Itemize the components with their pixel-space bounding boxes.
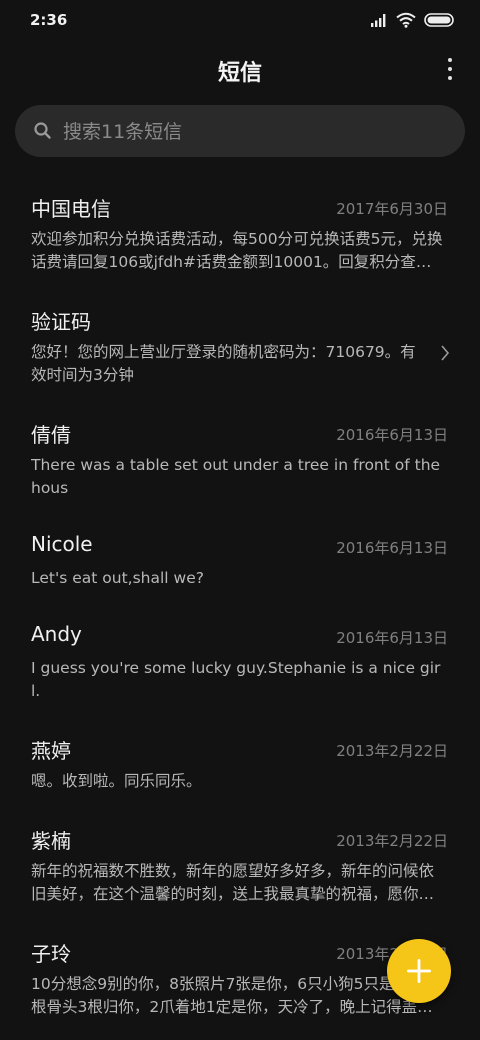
- chevron-right-icon: [441, 345, 450, 361]
- message-preview: I guess you're some lucky guy.Stephanie …: [31, 659, 441, 700]
- app-bar: 短信: [0, 40, 480, 98]
- message-preview: 您好！您的网上营业厅登录的随机密码为：710679。有效时间为3分钟: [31, 343, 416, 384]
- message-sender: Andy: [31, 622, 82, 646]
- message-preview: 欢迎参加积分兑换话费活动，每500分可兑换话费5元，兑换话费请回复106或jfd…: [31, 230, 443, 271]
- message-sender: 子玲: [31, 942, 71, 966]
- page-title: 短信: [217, 61, 262, 86]
- message-date: 2013年2月22日: [336, 742, 448, 760]
- plus-icon: [407, 959, 431, 983]
- new-message-button[interactable]: [387, 939, 451, 1003]
- search-icon: [34, 122, 51, 139]
- message-row[interactable]: 紫楠 2013年2月22日 新年的祝福数不胜数，新年的愿望好多好多，新年的问候依…: [0, 808, 480, 921]
- message-preview: There was a table set out under a tree i…: [31, 456, 441, 497]
- message-date: 2016年6月13日: [336, 539, 448, 557]
- message-row[interactable]: 验证码 您好！您的网上营业厅登录的随机密码为：710679。有效时间为3分钟: [0, 289, 480, 402]
- status-time: 2:36: [30, 11, 68, 29]
- message-sender: 燕婷: [31, 739, 71, 763]
- message-row[interactable]: Nicole 2016年6月13日 Let's eat out,shall we…: [0, 515, 480, 605]
- status-bar: 2:36: [0, 0, 480, 40]
- search-bar[interactable]: [15, 105, 465, 159]
- message-sender: 中国电信: [31, 197, 111, 221]
- message-preview: 新年的祝福数不胜数，新年的愿望好多好多，新年的问候依旧美好，在这个温馨的时刻，送…: [31, 862, 435, 903]
- message-date: 2013年2月22日: [336, 832, 448, 850]
- message-sender: 紫楠: [31, 829, 71, 853]
- message-date: 2017年6月30日: [336, 200, 448, 218]
- message-row[interactable]: Andy 2016年6月13日 I guess you're some luck…: [0, 605, 480, 718]
- more-vertical-icon[interactable]: [446, 58, 454, 80]
- message-date: 2016年6月13日: [336, 629, 448, 647]
- message-sender: 验证码: [31, 310, 91, 334]
- message-preview: 嗯。收到啦。同乐同乐。: [31, 772, 202, 790]
- message-row[interactable]: 倩倩 2016年6月13日 There was a table set out …: [0, 402, 480, 515]
- search-input[interactable]: [61, 105, 445, 159]
- message-row[interactable]: 中国电信 2017年6月30日 欢迎参加积分兑换话费活动，每500分可兑换话费5…: [0, 176, 480, 289]
- message-row[interactable]: 燕婷 2013年2月22日 嗯。收到啦。同乐同乐。: [0, 718, 480, 808]
- signal-icon: [371, 14, 386, 27]
- status-icons: [370, 12, 454, 28]
- battery-icon: [424, 13, 454, 27]
- message-preview: 10分想念9别的你，8张照片7张是你，6只小狗5只是你，4根骨头3根归你，2爪着…: [31, 975, 436, 1016]
- message-preview: Let's eat out,shall we?: [31, 569, 204, 587]
- message-date: 2016年6月13日: [336, 426, 448, 444]
- message-sender: 倩倩: [31, 423, 71, 447]
- message-sender: Nicole: [31, 532, 93, 556]
- wifi-icon: [396, 12, 416, 28]
